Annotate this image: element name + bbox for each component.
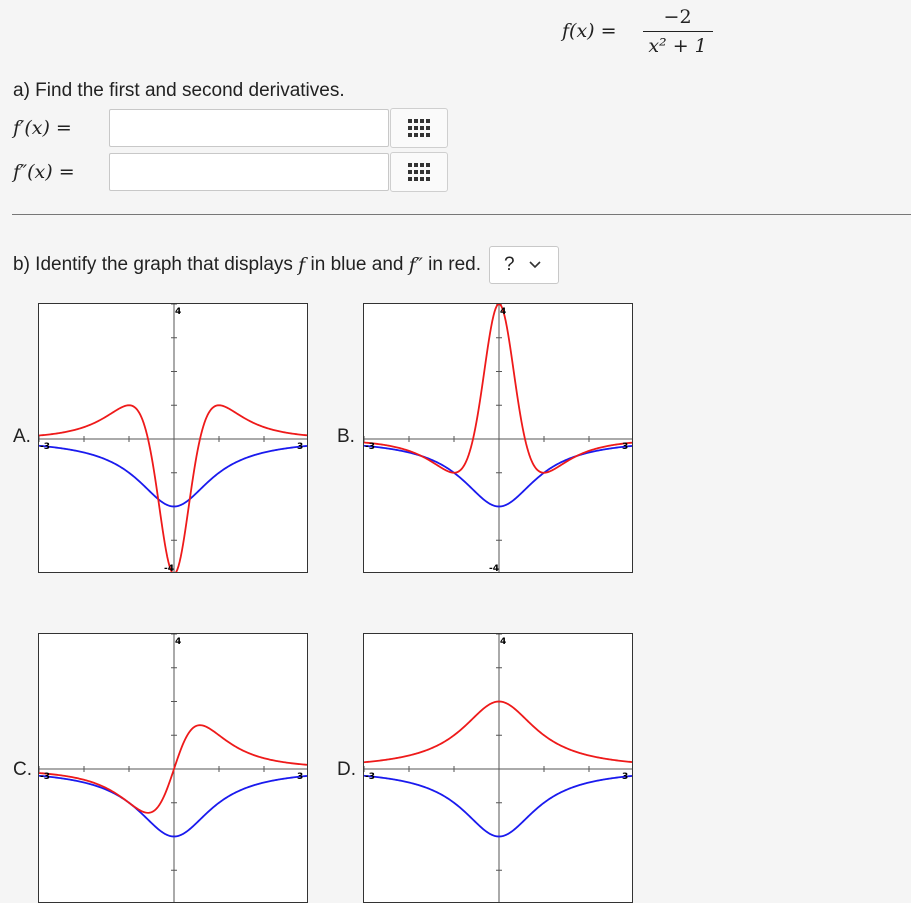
second-derivative-row: f″(x) =	[13, 152, 448, 192]
first-derivative-input[interactable]	[109, 109, 389, 147]
graph-a-xright-label: 3	[297, 442, 303, 452]
second-derivative-matrix-button[interactable]	[390, 152, 448, 192]
graph-c[interactable]: 4 -3 3	[38, 633, 308, 903]
graph-b[interactable]: 4 -4 -3 3	[363, 303, 633, 573]
graph-d-xleft-label: -3	[365, 772, 375, 782]
part-b-prefix: b) Identify the graph that displays	[13, 254, 293, 275]
graph-c-xright-label: 3	[297, 772, 303, 782]
matrix-grid-icon	[408, 163, 430, 181]
matrix-grid-icon	[408, 119, 430, 137]
graph-b-axes	[364, 304, 632, 572]
graph-c-xleft-label: -3	[40, 772, 50, 782]
part-b-prompt: b) Identify the graph that displays f in…	[13, 246, 559, 284]
graph-a-xleft-label: -3	[40, 442, 50, 452]
formula-fraction: −2 x² + 1	[642, 5, 713, 57]
graph-b-xleft-label: -3	[365, 442, 375, 452]
first-derivative-matrix-button[interactable]	[390, 108, 448, 148]
graph-b-label: B.	[337, 426, 355, 447]
graph-b-xright-label: 3	[622, 442, 628, 452]
graph-b-ytop-label: 4	[500, 307, 506, 317]
graph-d[interactable]: 4 -3 3	[363, 633, 633, 903]
second-derivative-label: f″(x) =	[13, 161, 75, 183]
graph-d-label: D.	[337, 759, 356, 780]
graph-a-axes	[39, 304, 307, 572]
graph-c-ytop-label: 4	[175, 637, 181, 647]
graph-d-axes	[364, 634, 632, 902]
first-derivative-row: f′(x) =	[13, 108, 448, 148]
function-formula: f(x) = −2 x² + 1	[562, 2, 713, 60]
graph-a-ytop-label: 4	[175, 307, 181, 317]
graph-c-label: C.	[13, 759, 32, 780]
formula-lhs: f(x) =	[562, 20, 617, 42]
fraction-bar	[642, 30, 713, 32]
graph-a[interactable]: 4 -4 -3 3	[38, 303, 308, 573]
answer-select-value: ?	[503, 254, 515, 275]
first-derivative-label: f′(x) =	[13, 117, 72, 139]
graph-b-ybottom-label: -4	[489, 564, 499, 573]
part-a-prompt: a) Find the first and second derivatives…	[13, 80, 345, 101]
chevron-down-icon	[528, 261, 541, 269]
graph-d-ytop-label: 4	[500, 637, 506, 647]
formula-numerator: −2	[663, 5, 692, 28]
graph-a-ybottom-label: -4	[164, 564, 174, 573]
formula-denominator: x² + 1	[648, 34, 707, 57]
graph-d-xright-label: 3	[622, 772, 628, 782]
part-b-middle: in blue and	[310, 254, 404, 275]
part-b-suffix: in red.	[428, 254, 481, 275]
part-b-f2-symbol: f″	[408, 254, 423, 276]
graph-answer-select[interactable]: ?	[488, 246, 559, 284]
graph-a-label: A.	[13, 426, 31, 447]
section-divider	[12, 214, 911, 215]
part-b-f-symbol: f	[298, 254, 306, 276]
second-derivative-input[interactable]	[109, 153, 389, 191]
